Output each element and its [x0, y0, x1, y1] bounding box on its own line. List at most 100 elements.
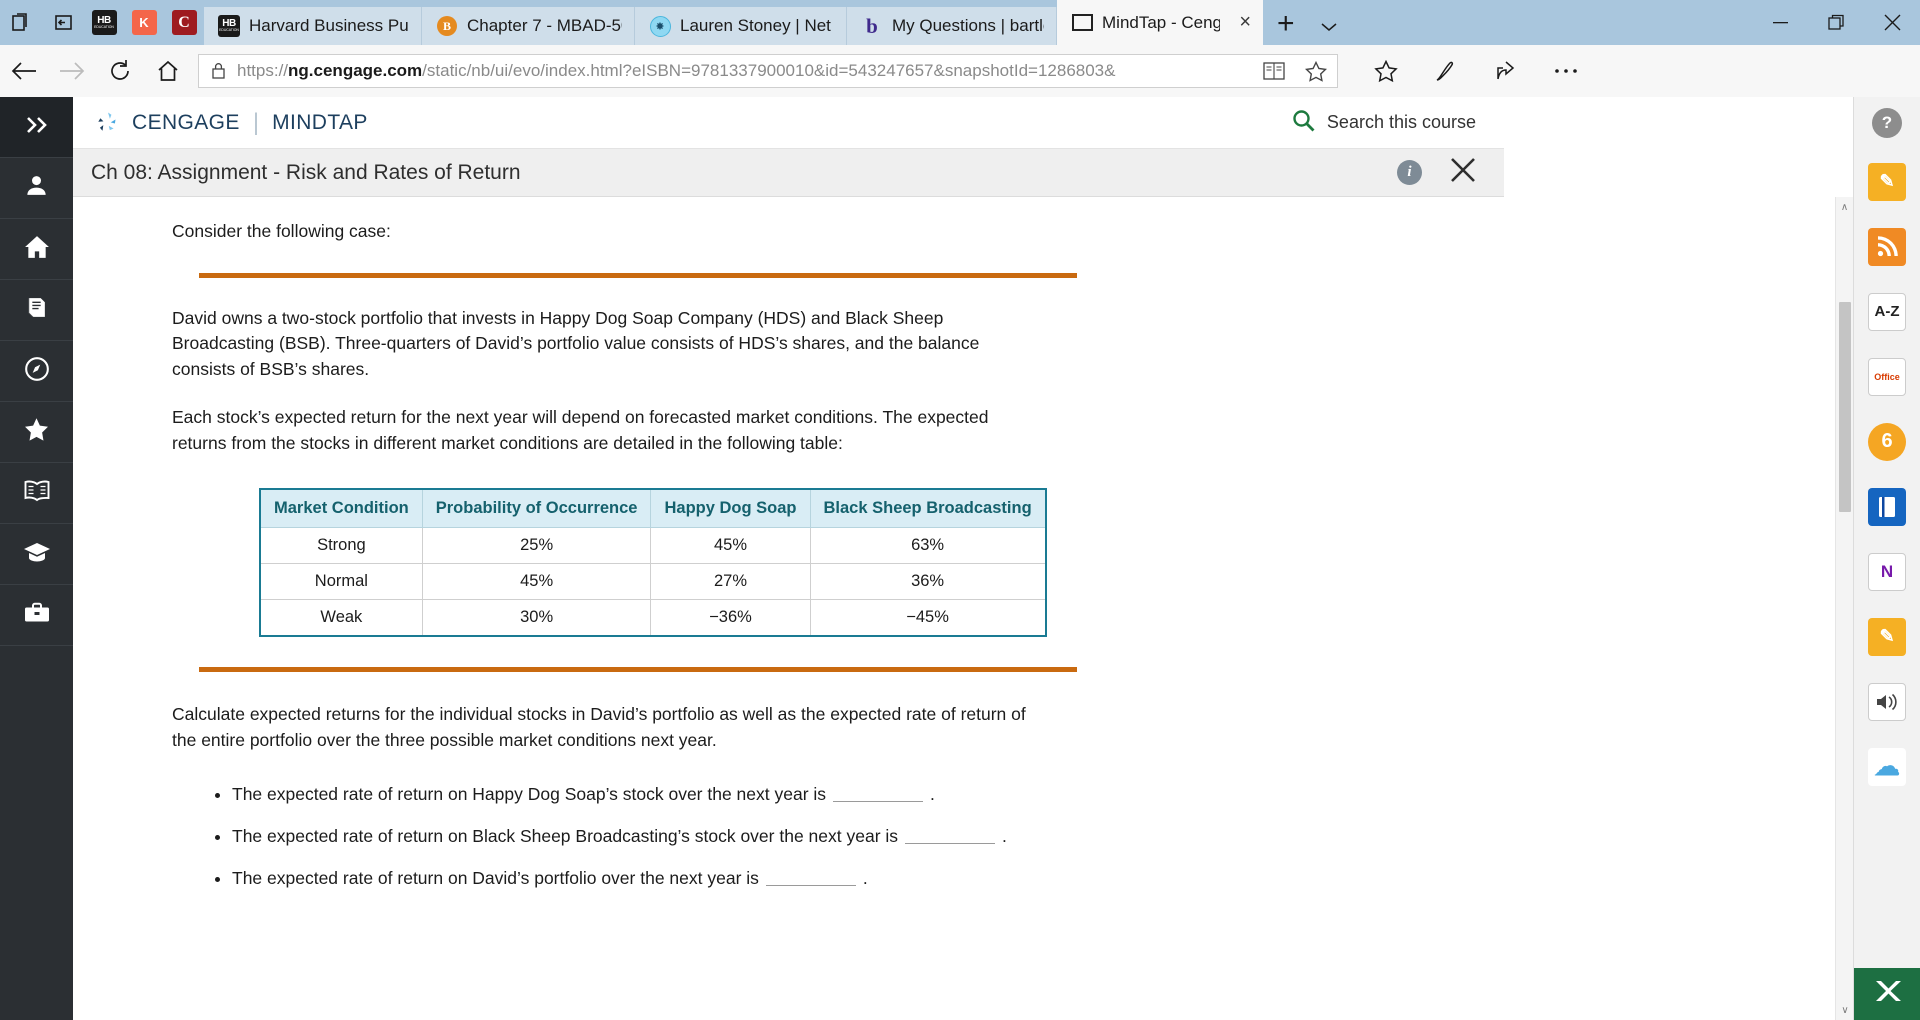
browser-tab-0[interactable]: HB EDUCATION Harvard Business Publi — [204, 7, 422, 45]
window-controls — [1752, 0, 1920, 45]
sidebar-item-grades[interactable] — [0, 524, 73, 585]
close-tab-button[interactable]: × — [1239, 11, 1251, 34]
bartleby-icon: b — [866, 13, 878, 38]
column-header-happy-dog-soap: Happy Dog Soap — [650, 489, 811, 529]
close-icon[interactable] — [1450, 157, 1476, 188]
search-this-course[interactable]: Search this course — [1292, 109, 1476, 137]
app-readspeaker[interactable] — [1854, 669, 1920, 734]
table-header-row: Market Condition Probability of Occurren… — [260, 489, 1046, 529]
favicon-hbp-bookmark[interactable]: HB EDUCATION — [84, 0, 124, 45]
collections-icon[interactable] — [0, 0, 42, 45]
scroll-up-arrow[interactable]: ∧ — [1836, 197, 1853, 217]
answer-prompt: The expected rate of return on Happy Dog… — [232, 783, 827, 804]
tab-title: My Questions | bartleb — [892, 16, 1044, 35]
answer-input-hds[interactable] — [833, 787, 924, 802]
sidebar-item-favorites[interactable] — [0, 402, 73, 463]
minimize-button[interactable] — [1752, 0, 1808, 45]
home-button[interactable] — [144, 45, 192, 97]
share-icon[interactable] — [1476, 45, 1536, 97]
reading-view-icon[interactable] — [1253, 54, 1295, 88]
answer-suffix: . — [1002, 825, 1007, 846]
favicon-c-bookmark[interactable]: C — [164, 0, 204, 45]
scroll-down-arrow[interactable]: ∨ — [1836, 1000, 1854, 1020]
cell-condition: Weak — [260, 599, 423, 637]
pencil-icon: ✎ — [1868, 162, 1906, 201]
notepad-icon: ✎ — [1868, 617, 1906, 656]
app-onenote[interactable]: N — [1854, 539, 1920, 604]
app-dictionary[interactable]: A-Z — [1854, 279, 1920, 344]
browser-tab-2[interactable]: ✸ Lauren Stoney | Net Im — [635, 7, 847, 45]
browser-tab-1[interactable]: B Chapter 7 - MBAD-503 — [422, 7, 635, 45]
answer-suffix: . — [862, 867, 868, 888]
mindtap-wordmark: MINDTAP — [272, 110, 368, 134]
app-highlighter[interactable]: ✎ — [1854, 149, 1920, 214]
compass-icon — [24, 356, 50, 387]
reading-list-icon[interactable] — [42, 0, 84, 45]
cell-probability: 45% — [421, 563, 652, 601]
sidebar-item-profile[interactable] — [0, 158, 73, 219]
answer-input-portfolio[interactable] — [765, 871, 856, 886]
close-window-button[interactable] — [1864, 0, 1920, 45]
browser-tab-4-active[interactable]: MindTap - Cengage × — [1057, 0, 1263, 45]
more-settings-icon[interactable] — [1536, 45, 1596, 97]
web-notes-icon[interactable] — [1416, 45, 1476, 97]
info-icon[interactable]: i — [1397, 160, 1422, 185]
sidebar-item-ebook[interactable] — [0, 463, 73, 524]
sidebar-item-home[interactable] — [0, 219, 73, 280]
onenote-icon: N — [1868, 552, 1906, 591]
left-navigation-rail — [0, 97, 73, 1020]
chevron-down-icon[interactable] — [1309, 19, 1349, 45]
favicon-k-bookmark[interactable]: K — [124, 0, 164, 45]
page-title: Ch 08: Assignment - Risk and Rates of Re… — [91, 160, 521, 184]
mindtap-header: CENGAGE | MINDTAP Search this course — [73, 97, 1504, 149]
cengage-logo[interactable]: CENGAGE | MINDTAP — [95, 109, 368, 137]
app-rss-feed[interactable] — [1854, 214, 1920, 279]
paragraph-1: David owns a two-stock portfolio that in… — [172, 307, 980, 380]
scrollbar-thumb[interactable] — [1839, 302, 1851, 512]
maximize-button[interactable] — [1808, 0, 1864, 45]
app-notes[interactable]: ✎ — [1854, 604, 1920, 669]
list-item: The expected rate of return on David’s p… — [232, 868, 1446, 889]
bookshelf-icon: B — [436, 15, 458, 37]
refresh-button[interactable] — [96, 45, 144, 97]
answer-input-bsb[interactable] — [905, 829, 996, 844]
assignment-actions: i — [1397, 157, 1476, 188]
content-scrollbar[interactable]: ∧ ∨ — [1835, 197, 1853, 1020]
divider-top — [199, 272, 1077, 278]
paragraph-3: Calculate expected returns for the indiv… — [172, 704, 1026, 751]
app-office[interactable]: Office — [1854, 344, 1920, 409]
cell-hds-return: −36% — [650, 599, 811, 637]
app-cloud[interactable]: ☁ — [1854, 734, 1920, 799]
new-tab-button[interactable]: + — [1263, 7, 1309, 45]
divider-bottom — [199, 667, 1077, 673]
star-icon[interactable] — [1295, 54, 1337, 88]
star-icon — [23, 416, 50, 448]
url-text: https://ng.cengage.com/static/nb/ui/evo/… — [237, 61, 1116, 80]
sidebar-item-course-materials[interactable] — [0, 280, 73, 341]
speaker-icon — [1868, 682, 1906, 721]
answer-prompt: The expected rate of return on Black She… — [232, 825, 899, 846]
cell-bsb-return: −45% — [809, 599, 1046, 637]
cell-condition: Strong — [260, 527, 423, 565]
sidebar-item-navigate[interactable] — [0, 341, 73, 402]
logo-divider: | — [252, 108, 260, 136]
browser-tab-3[interactable]: b My Questions | bartleb — [847, 7, 1057, 45]
address-bar[interactable]: https://ng.cengage.com/static/nb/ui/evo/… — [198, 54, 1338, 88]
cell-hds-return: 27% — [650, 563, 811, 601]
app-excel[interactable] — [1854, 968, 1920, 1020]
back-button[interactable] — [0, 45, 48, 97]
search-icon — [1292, 109, 1315, 137]
address-bar-actions — [1253, 54, 1337, 88]
table-row: Normal 45% 27% 36% — [260, 563, 1046, 601]
cell-hds-return: 45% — [650, 527, 811, 565]
help-button[interactable]: ? — [1854, 97, 1920, 149]
sidebar-item-expand-menu[interactable] — [0, 97, 73, 158]
cengage-wordmark: CENGAGE — [132, 110, 240, 134]
search-label: Search this course — [1326, 112, 1476, 132]
sidebar-item-tools[interactable] — [0, 585, 73, 646]
app-evernote[interactable]: 6 — [1854, 409, 1920, 474]
app-flashcards[interactable] — [1854, 474, 1920, 539]
favorites-hub-icon[interactable] — [1356, 45, 1416, 97]
forward-button[interactable] — [48, 45, 96, 97]
book-icon — [24, 295, 49, 325]
